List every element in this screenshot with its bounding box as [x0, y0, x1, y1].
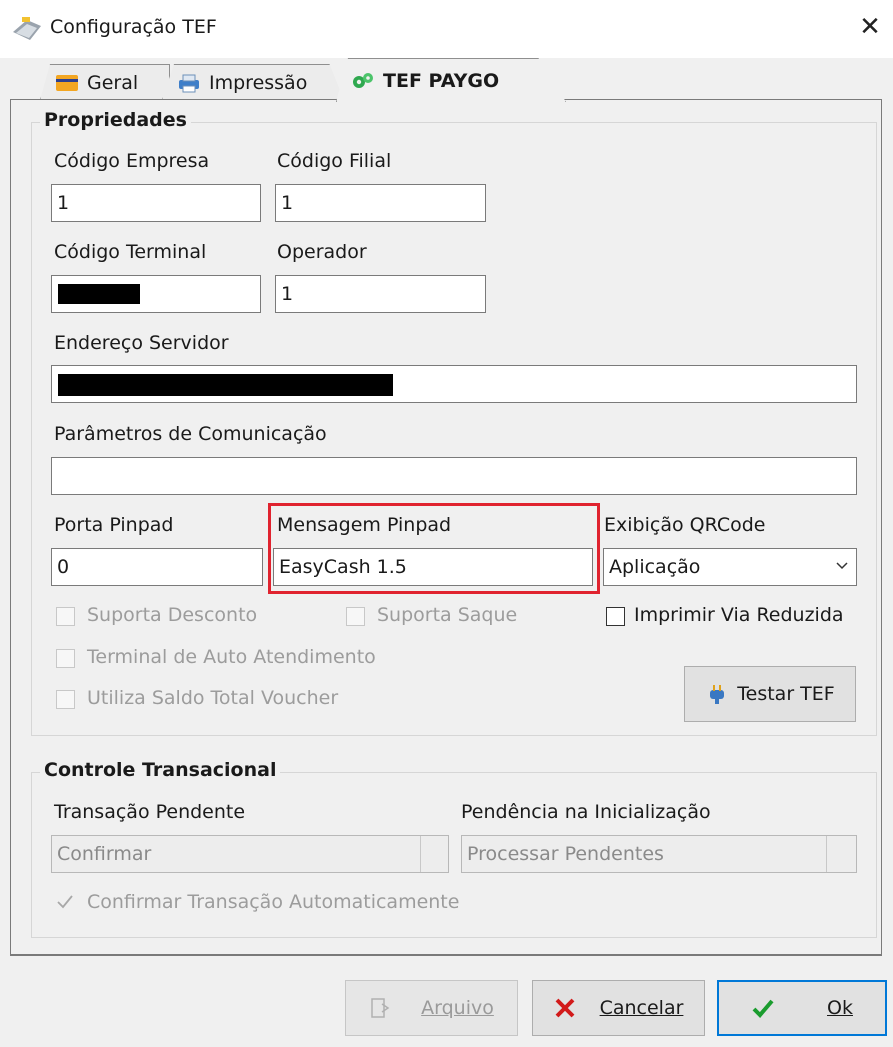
x-icon — [555, 998, 574, 1018]
utiliza-saldo-voucher-label: Utiliza Saldo Total Voucher — [87, 687, 339, 709]
exibicao-qrcode-label: Exibição QRCode — [604, 514, 766, 536]
footer-divider — [10, 955, 882, 956]
pendencia-inicializacao-select[interactable]: Processar Pendentes — [461, 835, 857, 873]
combo-divider — [826, 836, 827, 872]
exibicao-qrcode-value: Aplicação — [609, 556, 701, 578]
codigo-empresa-input[interactable]: 1 — [51, 184, 261, 222]
codigo-terminal-input[interactable] — [51, 275, 261, 313]
pendencia-inicializacao-label: Pendência na Inicialização — [461, 801, 711, 823]
redacted-value — [58, 374, 393, 396]
codigo-terminal-label: Código Terminal — [54, 241, 207, 263]
chevron-down-icon — [836, 562, 848, 570]
operador-label: Operador — [277, 241, 367, 263]
transacao-pendente-value: Confirmar — [57, 843, 152, 865]
parametros-comunicacao-input[interactable] — [51, 457, 857, 495]
close-button[interactable]: ✕ — [852, 10, 888, 46]
tab-strip: Geral Impressão TEF PAYGO — [0, 58, 893, 102]
exibicao-qrcode-select[interactable]: Aplicação — [603, 548, 857, 586]
utiliza-saldo-voucher-checkbox[interactable] — [56, 690, 75, 709]
tab-label: Geral — [87, 71, 139, 94]
imprimir-via-reduzida-label: Imprimir Via Reduzida — [634, 604, 844, 626]
codigo-filial-input[interactable]: 1 — [275, 184, 486, 222]
tab-tef-paygo[interactable]: TEF PAYGO — [336, 58, 566, 102]
card-icon — [56, 74, 78, 91]
pendencia-inicializacao-value: Processar Pendentes — [467, 843, 664, 865]
check-icon[interactable] — [55, 892, 75, 912]
ok-button[interactable]: Ok — [717, 980, 887, 1036]
group-title: Controle Transacional — [40, 759, 281, 781]
redacted-value — [58, 284, 140, 304]
suporta-desconto-label: Suporta Desconto — [87, 604, 258, 626]
porta-pinpad-input[interactable]: 0 — [51, 548, 263, 586]
testar-tef-label: Testar TEF — [737, 683, 835, 705]
tab-geral[interactable]: Geral — [40, 64, 170, 100]
gears-icon — [353, 72, 373, 88]
highlight-box — [268, 503, 600, 594]
transacao-pendente-label: Transação Pendente — [54, 801, 246, 823]
codigo-empresa-label: Código Empresa — [54, 150, 210, 172]
tab-impressao[interactable]: Impressão — [162, 64, 344, 100]
confirmar-automaticamente-label: Confirmar Transação Automaticamente — [87, 891, 460, 913]
suporta-desconto-checkbox[interactable] — [56, 607, 75, 626]
imprimir-via-reduzida-checkbox[interactable] — [606, 607, 625, 626]
tab-label: TEF PAYGO — [383, 69, 500, 92]
testar-tef-button[interactable]: Testar TEF — [684, 666, 856, 722]
operador-input[interactable]: 1 — [275, 275, 486, 313]
endereco-servidor-input[interactable] — [51, 365, 857, 403]
endereco-servidor-label: Endereço Servidor — [54, 332, 229, 354]
codigo-filial-label: Código Filial — [277, 150, 392, 172]
printer-icon — [179, 74, 199, 92]
tab-label: Impressão — [209, 71, 308, 94]
ok-label: Ok — [827, 997, 853, 1019]
combo-divider — [420, 836, 421, 872]
terminal-auto-atendimento-label: Terminal de Auto Atendimento — [87, 646, 376, 668]
suporta-saque-label: Suporta Saque — [377, 604, 518, 626]
terminal-auto-atendimento-checkbox[interactable] — [56, 649, 75, 668]
cancelar-label: Cancelar — [599, 997, 684, 1019]
arquivo-button[interactable]: Arquivo — [345, 980, 518, 1036]
checkmark-icon — [752, 999, 774, 1018]
cancelar-button[interactable]: Cancelar — [532, 980, 705, 1036]
suporta-saque-checkbox[interactable] — [346, 607, 365, 626]
window-title: Configuração TEF — [50, 16, 217, 38]
parametros-comunicacao-label: Parâmetros de Comunicação — [54, 423, 327, 445]
plug-icon — [710, 685, 725, 704]
group-title: Propriedades — [40, 109, 191, 131]
transacao-pendente-select[interactable]: Confirmar — [51, 835, 449, 873]
arquivo-label: Arquivo — [421, 997, 494, 1019]
porta-pinpad-label: Porta Pinpad — [54, 514, 174, 536]
exit-icon — [371, 998, 390, 1018]
tef-app-icon — [13, 17, 41, 40]
